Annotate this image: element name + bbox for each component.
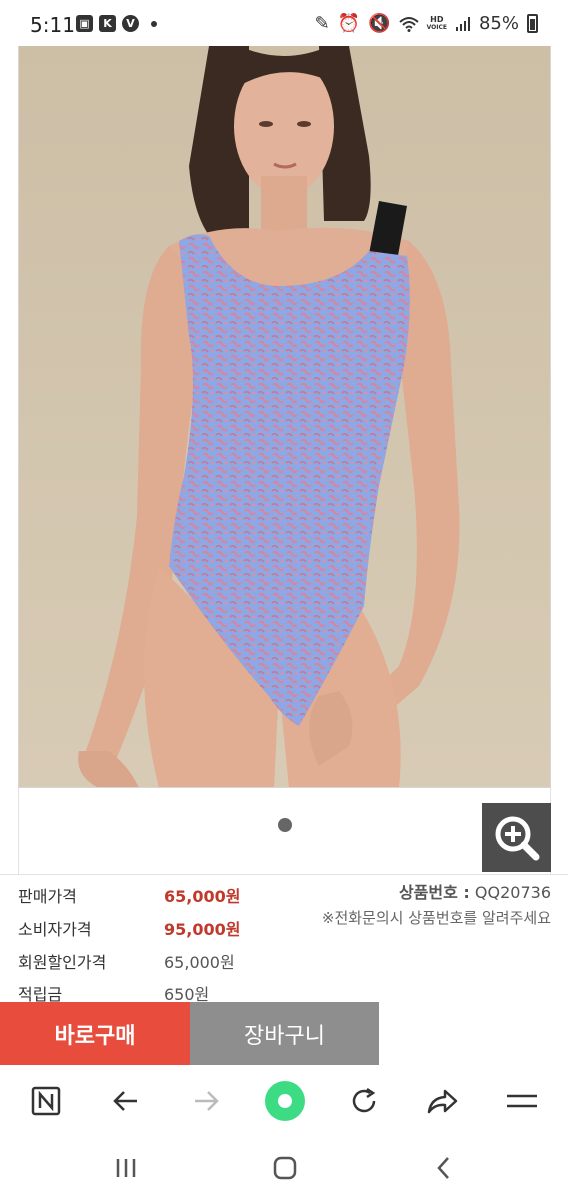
menu-dot-icon [265,1081,305,1121]
menu-dot-button[interactable] [263,1079,307,1123]
home-n-button[interactable] [24,1079,68,1123]
notification-dot-icon [151,20,157,27]
product-code-value: QQ20736 [474,883,551,902]
forward-button[interactable] [184,1079,228,1123]
status-bar: 5:11 ▣ K V ✎ ⏰ 🔇 HD VOICE 85% [0,0,568,46]
carousel-dot-active[interactable] [278,818,292,832]
call-note: ※전화문의시 상품번호를 알려주세요 [321,909,551,927]
price-label: 판매가격 [18,887,77,906]
signal-icon [455,16,470,31]
k-app-icon: K [99,15,116,32]
swimsuit-photo [19,46,550,787]
recent-apps-icon [116,1159,136,1177]
zoom-in-icon [495,816,539,860]
consumer-price: 95,000원 [164,920,241,939]
reload-button[interactable] [342,1079,386,1123]
menu-button[interactable] [500,1079,544,1123]
v-app-icon: V [122,15,139,32]
hamburger-icon [507,1094,537,1108]
product-image[interactable] [18,46,551,788]
status-time: 5:11 [30,13,75,37]
forward-icon [195,1091,219,1111]
hd-voice-icon: HD VOICE [426,14,447,31]
sale-price: 65,000원 [164,887,241,906]
home-button[interactable] [265,1153,305,1183]
back-button[interactable] [104,1079,148,1123]
zoom-in-button[interactable] [482,803,551,872]
image-carousel [18,788,551,874]
buy-now-button[interactable]: 바로구매 [0,1002,190,1065]
recent-apps-button[interactable] [106,1153,146,1183]
share-icon [427,1089,458,1114]
wifi-icon [398,16,419,32]
mute-icon: 🔇 [368,13,391,34]
back-nav-button[interactable] [424,1153,464,1183]
home-n-icon [31,1086,61,1116]
browser-toolbar [0,1065,568,1135]
home-icon [273,1156,297,1180]
member-price: 65,000원 [164,953,235,972]
reload-icon [352,1087,376,1113]
gallery-icon: ▣ [76,15,93,32]
product-code: 상품번호 : QQ20736 [399,879,551,903]
price-label: 회원할인가격 [18,953,107,972]
share-button[interactable] [420,1079,464,1123]
back-nav-icon [437,1157,449,1179]
battery-percent: 85% [478,13,519,34]
product-code-label: 상품번호 : [398,883,470,902]
battery-icon [527,14,538,33]
add-to-cart-button[interactable]: 장바구니 [190,1002,379,1065]
system-nav-bar [0,1135,568,1200]
pen-icon: ✎ [314,13,330,34]
alarm-icon: ⏰ [337,13,361,34]
price-info: 판매가격 65,000원 소비자가격 95,000원 회원할인가격 65,000… [0,874,568,1004]
back-icon [113,1091,137,1111]
price-label: 소비자가격 [18,920,92,939]
